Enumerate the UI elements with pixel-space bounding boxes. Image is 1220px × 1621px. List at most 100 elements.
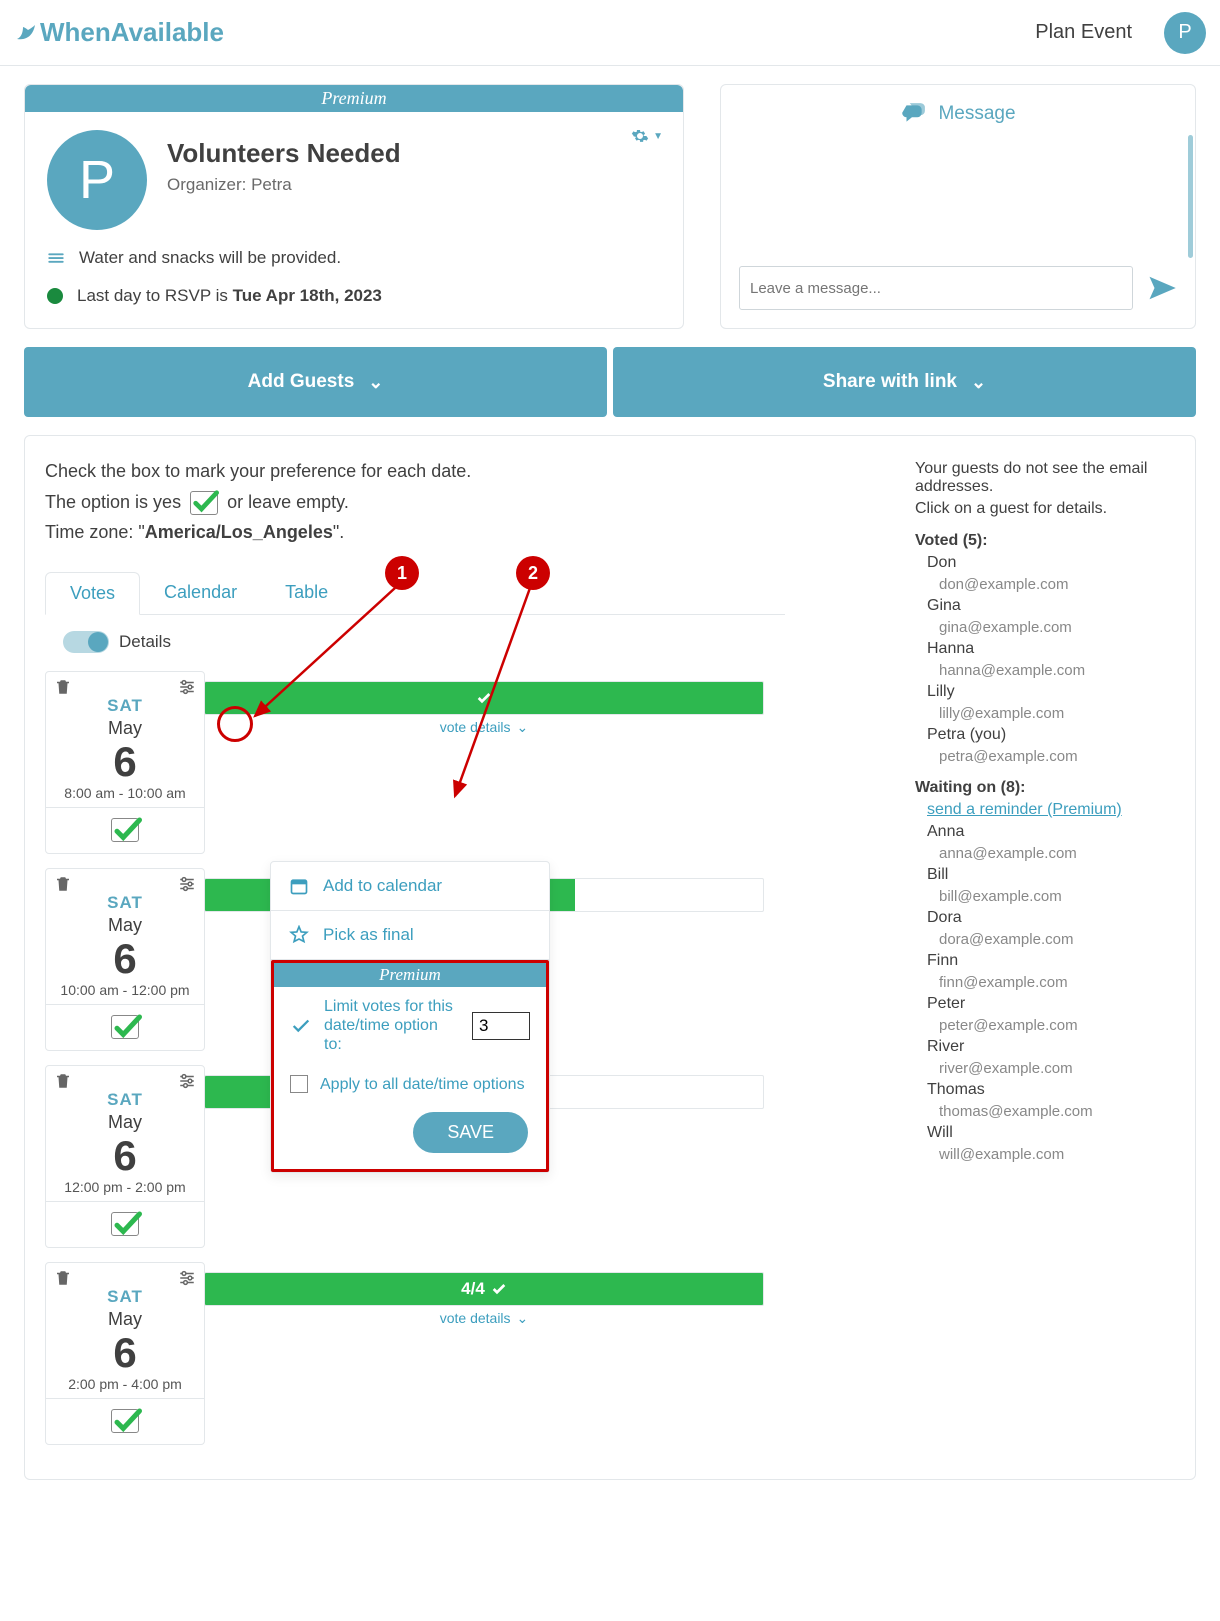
vote-fill: 4/4 [205, 1273, 763, 1305]
annotation-arrow-2 [445, 576, 565, 806]
weekday: SAT [46, 893, 204, 913]
organizer-label: Organizer: Petra [167, 175, 401, 195]
vote-checkbox[interactable] [46, 1201, 204, 1247]
guest-list: Your guests do not see the email address… [915, 456, 1195, 1459]
slot-options-popover: Add to calendar Pick as final Premium Li… [270, 861, 550, 1173]
guest-email: dora@example.com [939, 931, 1175, 948]
guest-name[interactable]: Finn [927, 952, 1175, 970]
guest-email: will@example.com [939, 1146, 1175, 1163]
day-number: 6 [46, 1135, 204, 1177]
sliders-icon[interactable] [178, 678, 196, 696]
top-nav: WhenAvailable Plan Event P [0, 0, 1220, 66]
guest-email: anna@example.com [939, 845, 1175, 862]
vote-checkbox[interactable] [46, 1398, 204, 1444]
add-to-calendar-item[interactable]: Add to calendar [271, 862, 549, 911]
calendar-icon [289, 876, 309, 896]
voted-header: Voted (5): [915, 532, 1175, 550]
add-guests-button[interactable]: Add Guests ⌄ [24, 347, 607, 417]
tab-votes[interactable]: Votes [45, 572, 140, 615]
gear-icon [631, 127, 649, 145]
caret-down-icon: ▼ [653, 131, 663, 142]
guest-email: finn@example.com [939, 974, 1175, 991]
limit-votes-option[interactable]: Limit votes for this date/time option to… [274, 987, 546, 1065]
sliders-icon[interactable] [178, 1269, 196, 1287]
chevron-down-icon: ⌄ [971, 372, 986, 393]
brand-logo[interactable]: WhenAvailable [14, 17, 224, 48]
vote-checkbox[interactable] [46, 807, 204, 853]
plan-event-link[interactable]: Plan Event [1035, 21, 1132, 44]
day-number: 6 [46, 741, 204, 783]
month: May [46, 915, 204, 936]
message-card: Message [720, 84, 1196, 329]
weekday: SAT [46, 1287, 204, 1307]
limit-value-input[interactable] [472, 1012, 530, 1040]
vote-checkbox[interactable] [46, 1004, 204, 1050]
guest-name[interactable]: Lilly [927, 683, 1175, 701]
guest-name[interactable]: River [927, 1038, 1175, 1056]
sliders-icon[interactable] [178, 1072, 196, 1090]
vote-details-link[interactable]: vote details ⌄ [204, 1310, 764, 1327]
apply-all-option[interactable]: Apply to all date/time options [274, 1065, 546, 1104]
menu-icon [47, 249, 65, 267]
trash-icon[interactable] [54, 875, 72, 893]
guest-email: hanna@example.com [939, 662, 1175, 679]
guest-name[interactable]: Anna [927, 823, 1175, 841]
sliders-icon[interactable] [178, 875, 196, 893]
annotation-arrow-1 [245, 576, 415, 736]
annotation-circle-1 [217, 706, 253, 742]
guest-name[interactable]: Peter [927, 995, 1175, 1013]
guest-name[interactable]: Dora [927, 909, 1175, 927]
guest-name[interactable]: Bill [927, 866, 1175, 884]
details-toggle[interactable] [63, 631, 109, 653]
guest-email: thomas@example.com [939, 1103, 1175, 1120]
guest-email: petra@example.com [939, 748, 1175, 765]
trash-icon[interactable] [54, 1072, 72, 1090]
event-note: Water and snacks will be provided. [79, 248, 341, 268]
guest-name[interactable]: Will [927, 1124, 1175, 1142]
date-card: SATMay612:00 pm - 2:00 pm [45, 1065, 205, 1248]
user-avatar[interactable]: P [1164, 12, 1206, 54]
details-label: Details [119, 632, 171, 652]
month: May [46, 1309, 204, 1330]
star-icon [289, 925, 309, 945]
time-range: 8:00 am - 10:00 am [46, 785, 204, 807]
guest-name[interactable]: Thomas [927, 1081, 1175, 1099]
event-card: Premium ▼ P Volunteers Needed Organizer:… [24, 84, 684, 329]
tab-calendar[interactable]: Calendar [140, 572, 261, 614]
guest-name[interactable]: Don [927, 554, 1175, 572]
date-card: SATMay610:00 am - 12:00 pm [45, 868, 205, 1051]
send-reminder-link[interactable]: send a reminder (Premium) [927, 801, 1122, 818]
chevron-down-icon: ⌄ [517, 1310, 529, 1327]
premium-banner: Premium [25, 85, 683, 112]
premium-options-frame: Premium Limit votes for this date/time o… [271, 960, 549, 1172]
chat-icon [900, 101, 926, 127]
message-header: Message [938, 103, 1015, 125]
trash-icon[interactable] [54, 1269, 72, 1287]
save-button[interactable]: SAVE [413, 1112, 528, 1153]
trash-icon[interactable] [54, 678, 72, 696]
annotation-badge-2: 2 [516, 556, 550, 590]
brand-text: WhenAvailable [40, 17, 224, 48]
vote-row: SATMay62:00 pm - 4:00 pm4/4 vote details… [45, 1262, 885, 1445]
guest-name[interactable]: Gina [927, 597, 1175, 615]
guest-email: don@example.com [939, 576, 1175, 593]
day-number: 6 [46, 938, 204, 980]
settings-menu[interactable]: ▼ [631, 127, 663, 145]
month: May [46, 718, 204, 739]
guest-email: bill@example.com [939, 888, 1175, 905]
bird-icon [14, 21, 38, 45]
message-input[interactable] [739, 266, 1133, 310]
checkbox-icon[interactable] [290, 1075, 308, 1093]
guest-name[interactable]: Petra (you) [927, 726, 1175, 744]
share-link-button[interactable]: Share with link ⌄ [613, 347, 1196, 417]
guest-name[interactable]: Hanna [927, 640, 1175, 658]
day-number: 6 [46, 1332, 204, 1374]
send-icon[interactable] [1147, 273, 1177, 303]
guest-email: lilly@example.com [939, 705, 1175, 722]
weekday: SAT [46, 696, 204, 716]
date-card: SATMay62:00 pm - 4:00 pm [45, 1262, 205, 1445]
scrollbar[interactable] [1188, 135, 1193, 258]
organizer-avatar: P [47, 130, 147, 230]
pick-as-final-item[interactable]: Pick as final [271, 911, 549, 960]
guest-email: river@example.com [939, 1060, 1175, 1077]
